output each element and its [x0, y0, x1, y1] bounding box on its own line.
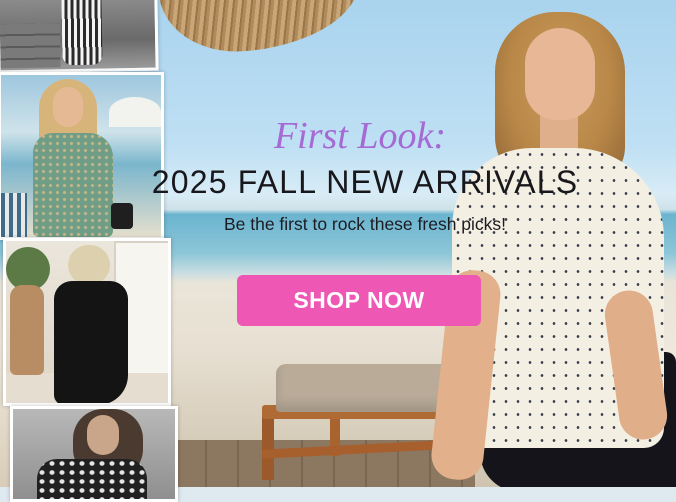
shop-now-button[interactable]: SHOP NOW [237, 275, 481, 326]
banner-subline: Be the first to rock these fresh picks! [223, 214, 507, 234]
banner-kicker: First Look: [273, 115, 447, 157]
model-photo [429, 0, 676, 487]
thumbnail-green-blouse[interactable] [0, 72, 164, 240]
thumbnail-striped-dress[interactable] [0, 0, 159, 74]
thumbnail-print-top[interactable] [10, 406, 178, 502]
thumbnail-black-dress[interactable] [3, 238, 171, 406]
straw-umbrella [157, 0, 363, 57]
banner-headline: 2025 FALL NEW ARRIVALS [151, 164, 579, 200]
